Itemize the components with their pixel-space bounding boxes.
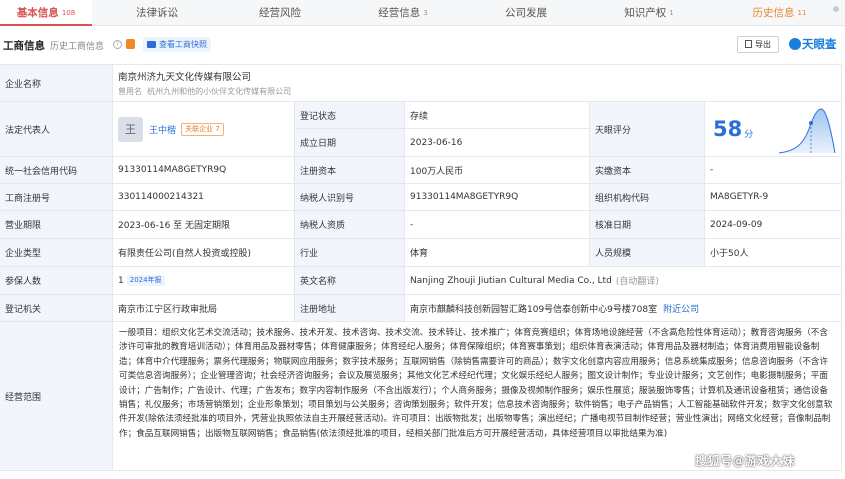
auto-translate-note: (自动翻译) (615, 277, 659, 287)
org-code-value: MA8GETYR-9 (705, 184, 842, 211)
label-taxpayer-id: 纳税人识别号 (295, 184, 405, 211)
history-business-link[interactable]: 历史工商信息 (50, 39, 104, 52)
tab-litigation[interactable]: 法律诉讼 (92, 0, 222, 26)
tab-business-risk[interactable]: 经营风险 (222, 0, 338, 26)
tab-operation-info[interactable]: 经营信息 3 (338, 0, 468, 26)
export-label: 导出 (755, 40, 771, 49)
new-dot-icon (833, 6, 839, 12)
score-curve-icon (778, 108, 836, 154)
label-scope: 经营范围 (0, 322, 113, 471)
staff-size-value: 小于50人 (705, 239, 842, 267)
taxpayer-id-value: 91330114MA8GETYR9Q (405, 184, 590, 211)
reg-address-value: 南京市麒麟科技创新园智汇路109号信泰创新中心9号楼708室 (410, 304, 658, 315)
tab-basic-info[interactable]: 基本信息 108 (0, 0, 92, 26)
annual-report-tag[interactable]: 2024年报 (126, 275, 165, 286)
section-title: 工商信息 (3, 40, 45, 52)
export-button[interactable]: 导出 (737, 36, 779, 53)
reg-capital-value: 100万人民币 (405, 157, 590, 184)
reg-authority-value: 南京市江宁区行政审批局 (113, 295, 295, 322)
label-insured: 参保人数 (0, 267, 113, 295)
flag-icon (126, 39, 135, 49)
related-companies-badge[interactable]: 关联企业 7 (181, 122, 224, 136)
label-reg-status: 登记状态 (295, 102, 405, 129)
watermark: 搜狐号@游戏大妹 (695, 454, 796, 468)
paid-capital-value: - (705, 157, 842, 184)
company-type-value: 有限责任公司(自然人投资或控股) (113, 239, 295, 267)
label-reg-authority: 登记机关 (0, 295, 113, 322)
label-english-name: 英文名称 (295, 267, 405, 295)
tab-count: 108 (61, 9, 76, 17)
tab-label: 公司发展 (505, 7, 547, 19)
score-unit: 分 (744, 129, 754, 140)
label-established: 成立日期 (295, 129, 405, 157)
english-name-value: Nanjing Zhouji Jiutian Cultural Media Co… (410, 275, 612, 286)
label-staff-size: 人员规模 (590, 239, 705, 267)
tab-label: 经营风险 (259, 7, 301, 19)
tab-count: 1 (669, 9, 674, 17)
tab-label: 历史信息 (752, 7, 795, 19)
top-tab-bar: 基本信息 108 法律诉讼 经营风险 经营信息 3 公司发展 知识产权 1 历史信息 1… (0, 0, 845, 26)
brand-logo: 天眼查 (789, 36, 837, 52)
avatar[interactable]: 王 (118, 116, 143, 142)
label-company-type: 企业类型 (0, 239, 113, 267)
business-term-value: 2023-06-16 至 无固定期限 (113, 211, 295, 239)
tab-label: 经营信息 (378, 7, 421, 19)
score-cell[interactable]: 58 分 (705, 102, 842, 157)
export-icon (745, 40, 752, 48)
snapshot-label: 查看工商快照 (159, 40, 207, 49)
tab-label: 基本信息 (16, 7, 59, 19)
label-business-term: 营业期限 (0, 211, 113, 239)
label-reg-address: 注册地址 (295, 295, 405, 322)
tianyancha-logo-icon (789, 38, 801, 50)
tab-count: 3 (423, 9, 428, 17)
label-credit-code: 统一社会信用代码 (0, 157, 113, 184)
help-icon[interactable]: ? (113, 40, 122, 49)
industry-value: 体育 (405, 239, 590, 267)
legal-rep-name[interactable]: 王中楷 (149, 123, 176, 136)
english-name-cell: Nanjing Zhouji Jiutian Cultural Media Co… (405, 267, 842, 295)
credit-code-value: 91330114MA8GETYR9Q (113, 157, 295, 184)
label-company-name: 企业名称 (0, 64, 113, 102)
tab-count: 11 (797, 9, 807, 17)
former-name: 杭州九州和他的小伙伴文化传媒有限公司 (147, 87, 292, 96)
taxpayer-qual-value: - (405, 211, 590, 239)
label-reg-number: 工商注册号 (0, 184, 113, 211)
approval-date-value: 2024-09-09 (705, 211, 842, 239)
reg-address-cell: 南京市麒麟科技创新园智汇路109号信泰创新中心9号楼708室 附近公司 (405, 295, 842, 322)
legal-rep-cell: 王 王中楷 关联企业 7 (113, 102, 295, 157)
label-reg-capital: 注册资本 (295, 157, 405, 184)
section-header: 工商信息 历史工商信息 ? 查看工商快照 导出 天眼查 (0, 34, 845, 56)
label-legal-rep: 法定代表人 (0, 102, 113, 157)
insured-value: 1 (118, 275, 124, 286)
label-paid-capital: 实缴资本 (590, 157, 705, 184)
label-taxpayer-qual: 纳税人资质 (295, 211, 405, 239)
tab-ip[interactable]: 知识产权 1 (584, 0, 714, 26)
label-industry: 行业 (295, 239, 405, 267)
reg-number-value: 330114000214321 (113, 184, 295, 211)
insured-cell: 1 2024年报 (113, 267, 295, 295)
nearby-companies-link[interactable]: 附近公司 (663, 302, 699, 315)
reg-status-value: 存续 (405, 102, 590, 129)
camera-icon (147, 41, 156, 48)
tab-label: 法律诉讼 (136, 7, 178, 19)
brand-name: 天眼查 (802, 37, 837, 51)
business-scope-text: 一般项目：组织文化艺术交流活动；技术服务、技术开发、技术咨询、技术交流、技术转让… (119, 328, 833, 439)
company-name-cell: 南京州济九天文化传媒有限公司 曾用名 杭州九州和他的小伙伴文化传媒有限公司 (113, 64, 842, 102)
label-approval-date: 核准日期 (590, 211, 705, 239)
former-name-label: 曾用名 (118, 87, 142, 96)
established-value: 2023-06-16 (405, 129, 590, 157)
tab-history[interactable]: 历史信息 11 (714, 0, 845, 26)
label-org-code: 组织机构代码 (590, 184, 705, 211)
tab-label: 知识产权 (624, 7, 667, 19)
snapshot-button[interactable]: 查看工商快照 (143, 37, 211, 52)
score-value: 58 (713, 117, 743, 141)
label-tianyan-score: 天眼评分 (590, 102, 705, 157)
company-name[interactable]: 南京州济九天文化传媒有限公司 (118, 69, 251, 83)
tab-development[interactable]: 公司发展 (468, 0, 584, 26)
